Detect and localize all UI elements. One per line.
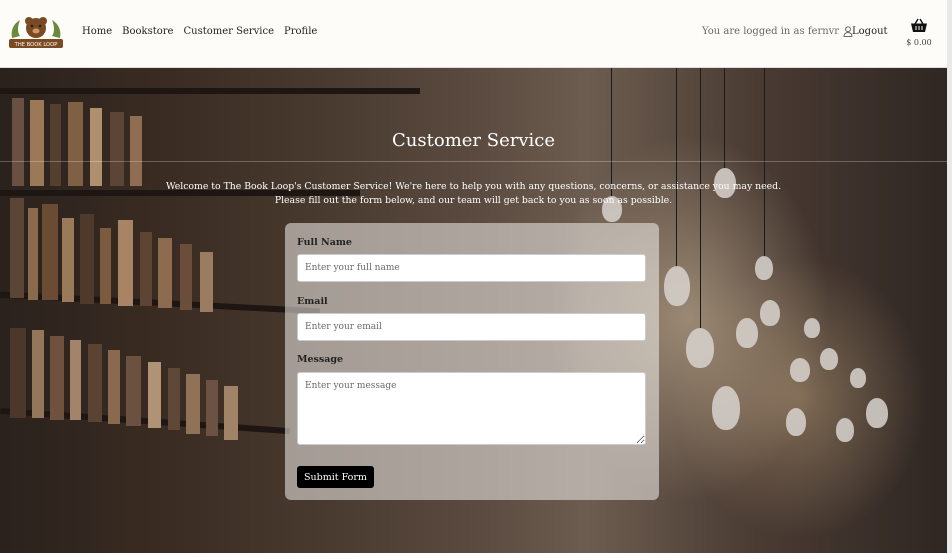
shelf	[0, 88, 420, 94]
window-edge	[947, 0, 952, 553]
cart-button[interactable]: $ 0.00	[903, 18, 935, 47]
email-label: Email	[297, 296, 328, 307]
message-label: Message	[297, 354, 344, 365]
book-spine	[224, 386, 238, 440]
book-spine	[42, 204, 58, 300]
book-spine	[62, 218, 74, 302]
light-bulb	[664, 266, 690, 306]
nav-bookstore-link[interactable]: Bookstore	[122, 26, 173, 37]
intro-line-2: Please fill out the form below, and our …	[274, 195, 673, 206]
navbar: THE BOOK LOOP Home Bookstore Customer Se…	[0, 0, 947, 68]
book-spine	[130, 116, 142, 186]
nav-home-link[interactable]: Home	[82, 26, 112, 37]
logo-graphic: THE BOOK LOOP	[9, 17, 63, 48]
light-bulb	[836, 418, 854, 442]
light-bulb	[786, 408, 806, 436]
book-spine	[32, 330, 44, 418]
book-spine	[140, 232, 152, 306]
book-spine	[10, 198, 24, 298]
book-spine	[28, 208, 38, 300]
message-textarea[interactable]	[297, 372, 646, 445]
book-spine	[10, 328, 26, 418]
page-title: Customer Service	[392, 130, 555, 151]
book-spine	[108, 350, 120, 424]
logo-text: THE BOOK LOOP	[14, 42, 58, 48]
light-bulb	[804, 318, 820, 338]
book-spine	[100, 228, 111, 304]
book-spine	[148, 362, 161, 428]
book-spine	[126, 356, 141, 426]
login-status: You are logged in as fernvr	[702, 26, 853, 37]
book-loop-logo[interactable]: THE BOOK LOOP	[6, 12, 66, 52]
light-bulb	[820, 348, 838, 370]
book-spine	[118, 220, 133, 306]
book-spine	[88, 344, 102, 422]
book-spine	[70, 340, 81, 420]
book-spine	[80, 214, 94, 304]
intro-line-1: Welcome to The Book Loop's Customer Serv…	[165, 181, 782, 192]
book-spine	[158, 238, 172, 308]
logout-link[interactable]: Logout	[852, 26, 888, 37]
book-spine	[206, 380, 218, 436]
basket-icon	[911, 18, 927, 32]
submit-form-button[interactable]: Submit Form	[297, 466, 374, 488]
light-bulb	[866, 398, 888, 428]
login-status-text: You are logged in as fernvr	[702, 26, 840, 37]
book-spine	[180, 244, 192, 310]
main-nav: Home Bookstore Customer Service Profile	[82, 26, 317, 37]
customer-service-form: Full Name Email Message Submit Form	[285, 223, 659, 500]
full-name-label: Full Name	[297, 237, 352, 248]
email-input[interactable]	[297, 313, 646, 341]
book-spine	[50, 336, 64, 420]
book-spine	[186, 374, 200, 434]
light-bulb	[790, 358, 810, 382]
book-spine	[168, 368, 180, 430]
bulb-wire	[676, 68, 677, 268]
light-bulb	[755, 256, 773, 280]
bulb-wire	[724, 68, 725, 168]
intro-text: Welcome to The Book Loop's Customer Serv…	[150, 180, 797, 208]
cart-total: $ 0.00	[906, 38, 932, 47]
light-bulb	[686, 328, 714, 368]
nav-customer-service-link[interactable]: Customer Service	[183, 26, 274, 37]
light-bulb	[736, 318, 758, 348]
full-name-input[interactable]	[297, 254, 646, 282]
nav-profile-link[interactable]: Profile	[284, 26, 317, 37]
bulb-wire	[764, 68, 765, 258]
library-background: Customer Service Welcome to The Book Loo…	[0, 68, 947, 553]
light-bulb	[712, 386, 740, 430]
book-spine	[200, 252, 213, 312]
light-bulb	[850, 368, 866, 388]
title-divider	[0, 161, 947, 162]
light-bulb	[760, 300, 780, 326]
